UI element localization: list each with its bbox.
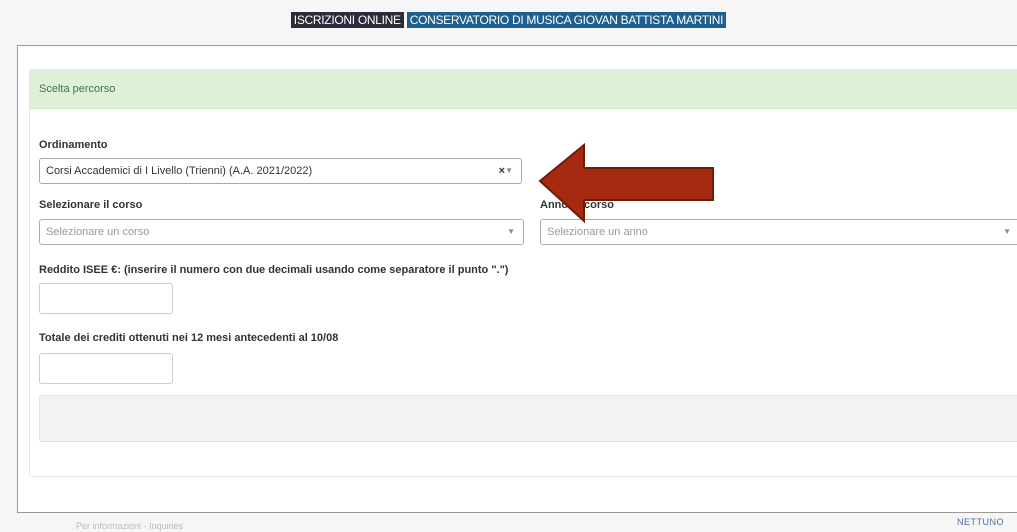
crediti-input[interactable] <box>39 353 173 384</box>
ordinamento-select[interactable]: Corsi Accademici di I Livello (Trienni) … <box>39 158 522 184</box>
footer-info-link[interactable]: Per informazioni - Inquiries <box>76 521 183 531</box>
red-arrow-shape <box>538 142 714 224</box>
online-registration-tag: ISCRIZIONI ONLINE <box>290 12 404 28</box>
corso-select[interactable]: Selezionare un corso ▼ <box>39 219 524 245</box>
main-container: Scelta percorso Ordinamento Corsi Accade… <box>17 45 1017 513</box>
isee-input[interactable] <box>39 283 173 314</box>
red-arrow-annotation <box>538 142 714 224</box>
ordinamento-label: Ordinamento <box>39 139 108 151</box>
chevron-down-icon: ▼ <box>505 166 513 175</box>
conservatory-name-tag: CONSERVATORIO DI MUSICA GIOVAN BATTISTA … <box>406 12 727 28</box>
chevron-down-icon: ▼ <box>507 227 515 236</box>
clear-icon[interactable]: × <box>499 159 505 183</box>
info-well <box>39 395 1017 442</box>
anno-placeholder: Selezionare un anno <box>547 226 648 238</box>
corso-label: Selezionare il corso <box>39 199 143 211</box>
panel-title: Scelta percorso <box>30 70 1017 109</box>
nettuno-logo: NETTUNO <box>957 517 1004 527</box>
page-header: ISCRIZIONI ONLINE CONSERVATORIO DI MUSICA… <box>0 12 1017 28</box>
chevron-down-icon: ▼ <box>1003 227 1011 236</box>
ordinamento-value: Corsi Accademici di I Livello (Trienni) … <box>46 165 313 177</box>
crediti-label: Totale dei crediti ottenuti nei 12 mesi … <box>39 332 339 344</box>
course-selection-panel: Scelta percorso Ordinamento Corsi Accade… <box>29 69 1017 477</box>
corso-placeholder: Selezionare un corso <box>46 226 150 238</box>
isee-label: Reddito ISEE €: (inserire il numero con … <box>39 264 509 276</box>
